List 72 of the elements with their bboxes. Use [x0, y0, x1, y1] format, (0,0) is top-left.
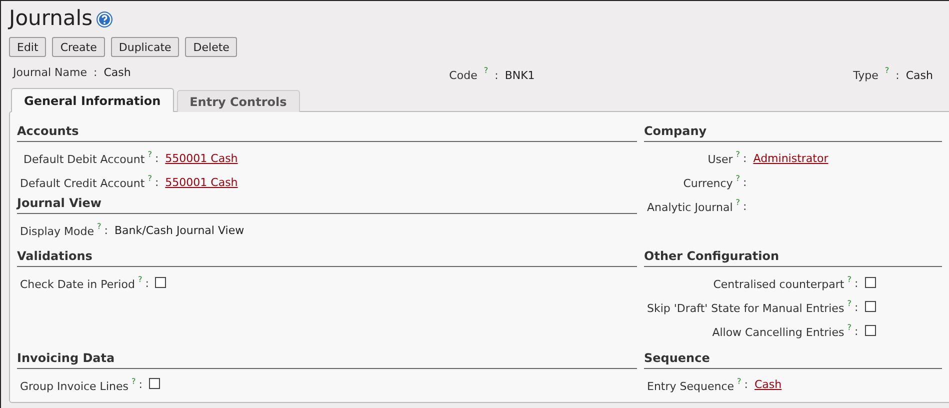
field-value: Cash — [906, 69, 933, 82]
checkbox[interactable] — [148, 378, 160, 390]
page-title: Journals — [9, 6, 93, 30]
help-mark[interactable]: ? — [484, 66, 488, 75]
field-link[interactable]: 550001 Cash — [165, 176, 238, 188]
tab[interactable]: General Information — [11, 88, 174, 112]
field-label: Currency — [683, 177, 733, 190]
field-value: BNK1 — [504, 69, 535, 82]
help-mark[interactable]: ? — [847, 323, 852, 332]
field-label: Default Debit Account — [23, 153, 145, 166]
help-icon[interactable] — [96, 11, 113, 28]
field-label: Type — [853, 69, 878, 82]
help-mark[interactable]: ? — [148, 174, 152, 183]
section-heading: Invoicing Data — [17, 348, 637, 369]
colon: : — [854, 276, 858, 290]
tab[interactable]: Entry Controls — [176, 90, 300, 112]
field-label: Analytic Journal — [647, 201, 733, 214]
field-link[interactable]: Cash — [754, 378, 782, 392]
help-mark[interactable]: ? — [148, 150, 152, 159]
colon: : — [854, 300, 858, 314]
colon: : — [138, 378, 142, 392]
field-label: Centralised counterpart — [713, 278, 844, 292]
field-label: Display Mode — [20, 225, 94, 238]
help-mark[interactable]: ? — [131, 376, 136, 386]
colon: : — [154, 152, 159, 164]
checkbox[interactable] — [155, 276, 166, 288]
help-mark[interactable]: ? — [736, 174, 740, 183]
checkbox[interactable] — [864, 324, 876, 336]
colon: : — [896, 69, 900, 82]
toolbar-button[interactable]: Create — [52, 37, 105, 57]
toolbar-button[interactable]: Edit — [9, 37, 46, 57]
help-mark[interactable]: ? — [884, 66, 890, 75]
section-heading: Other Configuration — [644, 247, 942, 268]
section-heading: Validations — [17, 247, 637, 268]
colon: : — [494, 69, 498, 82]
colon: : — [744, 378, 748, 392]
field-value: Cash — [104, 66, 131, 79]
section-heading: Company — [644, 122, 942, 142]
field-label: Journal Name — [13, 66, 87, 79]
field-label: Code — [449, 69, 478, 82]
colon: : — [743, 200, 747, 212]
checkbox[interactable] — [864, 276, 876, 288]
field-label: Default Credit Account — [20, 177, 145, 190]
colon: : — [94, 66, 98, 79]
colon: : — [743, 152, 747, 164]
checkbox[interactable] — [864, 300, 876, 312]
field-value: Bank/Cash Journal View — [114, 224, 244, 236]
help-mark[interactable]: ? — [138, 275, 142, 284]
section-heading: Journal View — [17, 194, 637, 214]
help-mark[interactable]: ? — [736, 198, 740, 207]
field-label: User — [708, 153, 733, 166]
help-mark[interactable]: ? — [847, 299, 852, 308]
section-heading: Sequence — [644, 348, 942, 369]
field-label: Skip 'Draft' State for Manual Entries — [647, 302, 844, 316]
colon: : — [154, 176, 159, 188]
help-mark[interactable]: ? — [97, 222, 102, 231]
colon: : — [145, 276, 149, 290]
colon: : — [743, 176, 747, 188]
colon: : — [104, 224, 108, 236]
field-label: Entry Sequence — [647, 380, 734, 393]
colon: : — [854, 324, 858, 338]
help-mark[interactable]: ? — [736, 150, 740, 159]
toolbar-button[interactable]: Delete — [185, 37, 238, 57]
field-label: Allow Cancelling Entries — [712, 326, 844, 340]
field-label: Group Invoice Lines — [20, 380, 128, 393]
section-heading: Accounts — [17, 122, 637, 142]
field-link[interactable]: Administrator — [753, 152, 828, 164]
field-label: Check Date in Period — [20, 278, 135, 292]
field-link[interactable]: 550001 Cash — [165, 152, 238, 164]
help-mark[interactable]: ? — [737, 376, 742, 386]
help-mark[interactable]: ? — [847, 275, 852, 284]
toolbar-button[interactable]: Duplicate — [110, 37, 180, 57]
